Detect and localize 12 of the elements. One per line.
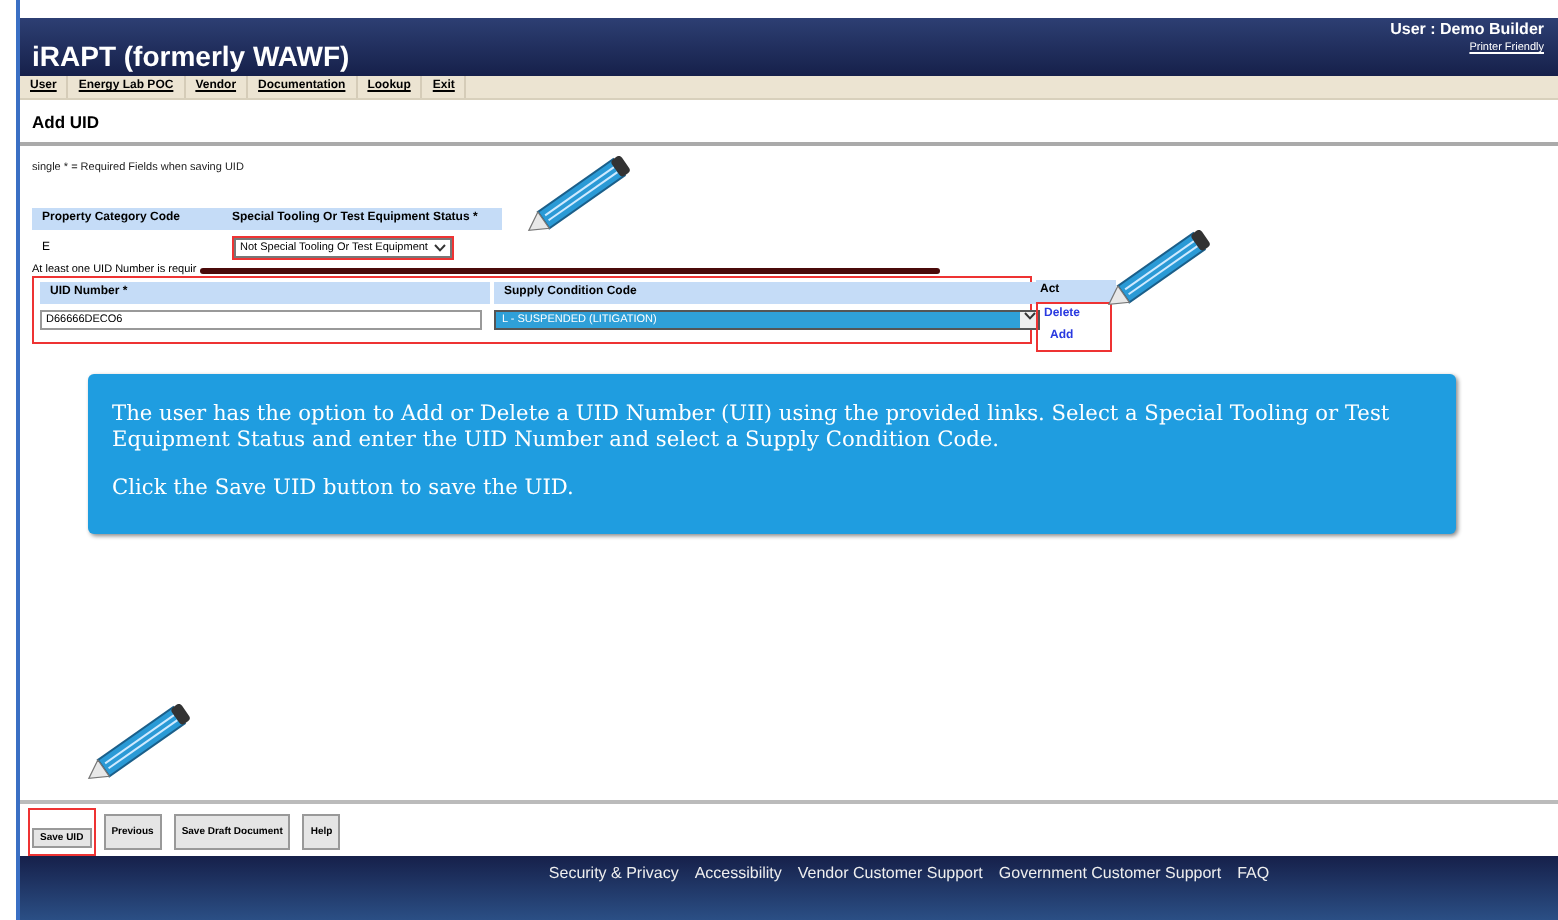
- user-label: User : Demo Builder: [1390, 18, 1544, 40]
- chevron-down-icon: [1023, 312, 1035, 320]
- app-title: iRAPT (formerly WAWF): [32, 38, 350, 74]
- page-title: Add UID: [20, 100, 1558, 146]
- footer-link[interactable]: Security & Privacy: [548, 864, 679, 920]
- footer-link[interactable]: FAQ: [1237, 864, 1270, 920]
- footer-link[interactable]: Vendor Customer Support: [797, 864, 983, 920]
- chevron-down-icon: [433, 244, 446, 252]
- callout-text: Click the Save UID button to save the UID.: [112, 476, 576, 502]
- footer-link[interactable]: Accessibility: [694, 864, 782, 920]
- footer-link[interactable]: Government Customer Support: [998, 864, 1222, 920]
- callout-text: The user has the option to Add or Delete a UID Number (UII) using the provided links. Select a Special Tooling or Test Equipment Status and enter the UID Number and select a Supply Condition Code.: [112, 402, 1392, 454]
